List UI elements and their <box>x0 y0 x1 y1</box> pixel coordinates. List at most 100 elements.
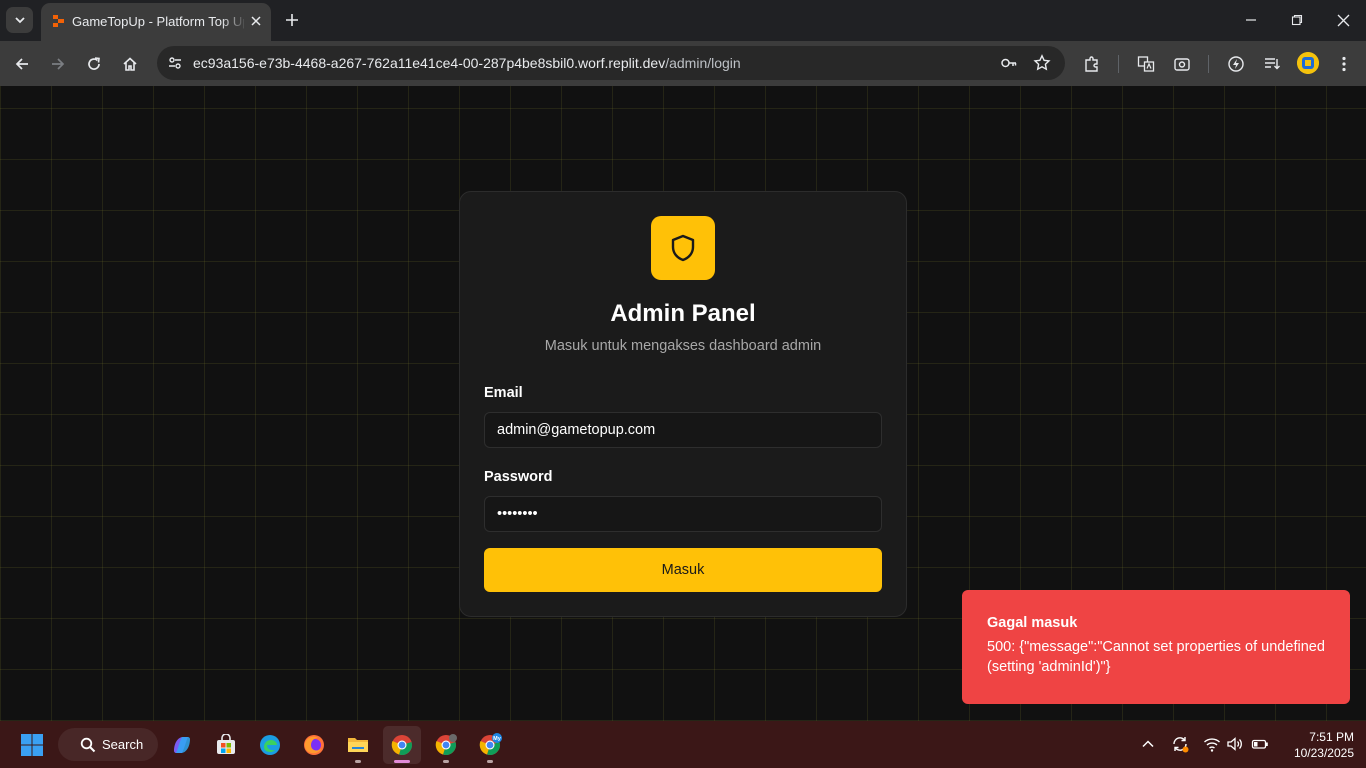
more-vertical-icon <box>1342 56 1346 72</box>
close-window-button[interactable] <box>1333 10 1353 30</box>
extensions-button[interactable] <box>1081 53 1103 75</box>
new-tab-button[interactable] <box>281 9 303 31</box>
chrome-icon <box>391 735 412 755</box>
running-indicator <box>355 760 361 763</box>
taskbar-edge[interactable] <box>251 726 289 764</box>
taskbar-search[interactable]: Search <box>58 728 158 761</box>
error-toast[interactable]: Gagal masuk 500: {"message":"Cannot set … <box>962 590 1350 704</box>
translate-extension[interactable] <box>1135 53 1157 75</box>
edge-icon <box>260 735 280 755</box>
shield-icon <box>671 234 695 262</box>
tune-icon <box>169 57 181 69</box>
profile-badge-label: My <box>493 736 502 742</box>
home-button[interactable] <box>118 52 142 76</box>
running-indicator <box>443 760 449 763</box>
clock-date: 10/23/2025 <box>1293 746 1354 760</box>
taskbar-chrome-active[interactable] <box>383 726 421 764</box>
windows-taskbar: Search My 7:51 PM 10/23/2025 <box>0 721 1366 768</box>
arrow-left-icon <box>15 58 28 70</box>
site-info-button[interactable] <box>163 51 187 75</box>
url-text: ec93a156-e73b-4468-a267-762a11e41ce4-00-… <box>193 55 741 71</box>
folder-icon <box>348 738 368 752</box>
tab-title-fade <box>221 11 247 33</box>
store-icon <box>217 734 235 754</box>
email-field[interactable] <box>484 412 882 448</box>
browser-menu-button[interactable] <box>1333 53 1355 75</box>
browser-toolbar: ec93a156-e73b-4468-a267-762a11e41ce4-00-… <box>0 41 1366 86</box>
forward-button[interactable] <box>46 52 70 76</box>
admin-logo <box>651 216 715 280</box>
toolbar-separator <box>1118 55 1119 73</box>
show-hidden-icons-button[interactable] <box>1138 734 1158 754</box>
tab-close-button[interactable] <box>247 12 265 30</box>
taskbar-file-explorer[interactable] <box>339 726 377 764</box>
chrome-icon: My <box>479 733 502 755</box>
clock-time: 7:51 PM <box>1309 730 1354 744</box>
bolt-icon <box>1228 56 1244 72</box>
page-subtitle: Masuk untuk mengakses dashboard admin <box>544 338 822 354</box>
star-icon <box>1033 54 1051 71</box>
toast-title: Gagal masuk <box>987 615 1078 631</box>
password-field[interactable] <box>484 496 882 532</box>
battery-tray-button[interactable] <box>1250 734 1270 754</box>
back-button[interactable] <box>10 52 34 76</box>
start-button[interactable] <box>13 726 51 764</box>
search-label: Search <box>102 737 144 752</box>
taskbar-chrome-profile-3[interactable]: My <box>471 726 509 764</box>
sync-icon <box>1173 737 1189 753</box>
login-card: Admin Panel Masuk untuk mengakses dashbo… <box>459 191 907 617</box>
close-icon <box>1337 14 1349 26</box>
arrow-right-icon <box>52 58 65 70</box>
bookmark-button[interactable] <box>1032 53 1052 73</box>
wifi-icon <box>1204 738 1220 752</box>
avatar-icon <box>1297 52 1319 74</box>
volume-icon <box>1227 737 1242 751</box>
restore-button[interactable] <box>1287 10 1307 30</box>
windows-logo-icon <box>21 734 43 756</box>
login-button[interactable]: Masuk <box>484 548 882 592</box>
minimize-icon <box>1246 19 1256 21</box>
chrome-icon <box>435 734 457 755</box>
screenshot-extension[interactable] <box>1171 53 1193 75</box>
active-tab[interactable]: GameTopUp - Platform Top Up <box>41 3 271 41</box>
wifi-tray-button[interactable] <box>1202 734 1222 754</box>
profile-avatar[interactable] <box>1297 52 1319 74</box>
address-bar[interactable]: ec93a156-e73b-4468-a267-762a11e41ce4-00-… <box>157 46 1065 80</box>
chevron-up-icon <box>1142 740 1154 748</box>
battery-icon <box>1251 739 1268 749</box>
chevron-down-icon <box>14 17 25 24</box>
volume-tray-button[interactable] <box>1225 734 1245 754</box>
copilot-icon <box>174 737 190 753</box>
restore-icon <box>1291 14 1303 26</box>
reload-button[interactable] <box>82 52 106 76</box>
puzzle-icon <box>1085 56 1098 72</box>
plus-icon <box>286 14 298 26</box>
email-label: Email <box>484 385 523 401</box>
login-page: Admin Panel Masuk untuk mengakses dashbo… <box>0 86 1366 721</box>
url-host: ec93a156-e73b-4468-a267-762a11e41ce4-00-… <box>193 55 666 71</box>
password-key-button[interactable] <box>999 53 1019 73</box>
camera-icon <box>1174 58 1190 71</box>
page-title: Admin Panel <box>610 300 756 327</box>
taskbar-chrome-profile-2[interactable] <box>427 726 465 764</box>
close-icon <box>251 16 261 26</box>
tab-strip: GameTopUp - Platform Top Up <box>0 0 1366 41</box>
taskbar-copilot[interactable] <box>163 726 201 764</box>
url-path: /admin/login <box>665 55 741 71</box>
toolbar-separator <box>1208 55 1209 73</box>
search-icon <box>80 737 96 752</box>
replit-favicon-icon <box>53 15 64 27</box>
firefox-icon <box>304 735 324 755</box>
tab-search-button[interactable] <box>6 7 33 33</box>
minimize-button[interactable] <box>1241 10 1261 30</box>
tab-title: GameTopUp - Platform Top Up <box>72 14 244 29</box>
password-label: Password <box>484 469 553 485</box>
key-icon <box>1001 58 1017 68</box>
running-indicator <box>394 760 410 763</box>
performance-button[interactable] <box>1225 53 1247 75</box>
sync-tray-button[interactable] <box>1170 734 1190 754</box>
taskbar-store[interactable] <box>207 726 245 764</box>
reading-list-button[interactable] <box>1261 53 1283 75</box>
taskbar-clock[interactable]: 7:51 PM 10/23/2025 <box>1278 729 1354 761</box>
taskbar-firefox[interactable] <box>295 726 333 764</box>
